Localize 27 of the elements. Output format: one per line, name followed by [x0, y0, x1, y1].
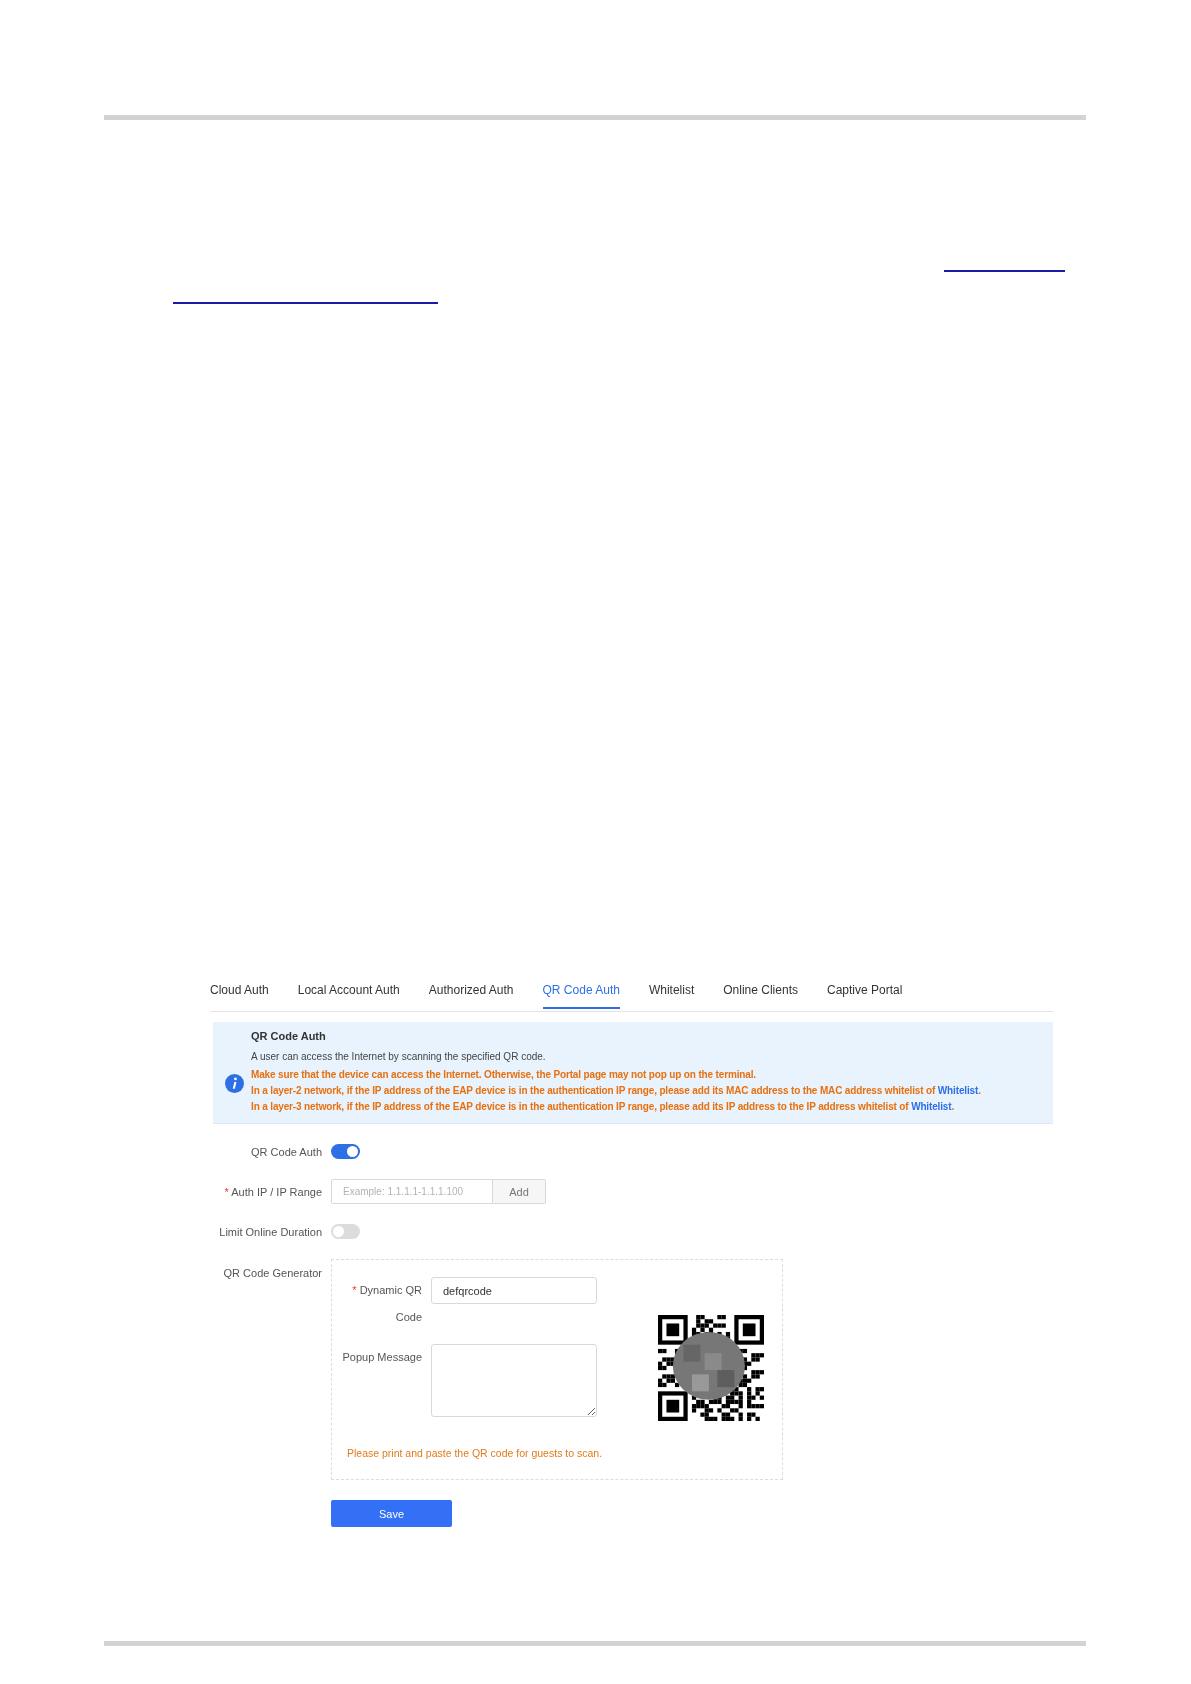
field-label: Popup Message — [341, 1350, 422, 1365]
notice-description: A user can access the Internet by scanning the specified QR code. — [251, 1051, 547, 1062]
add-button[interactable]: Add — [493, 1179, 546, 1204]
tab[interactable]: Whitelist — [648, 979, 695, 1007]
notice-title: QR Code Auth — [251, 1030, 327, 1042]
warning-text: In a layer-2 network, if the IP address of the EAP device is in the authentication IP range, please add its MAC address to the MAC address whitelist of Whitelist. — [251, 1085, 981, 1096]
hint-text: Please print and paste the QR code for guests to scan. — [347, 1447, 604, 1459]
tab[interactable]: QR Code Auth — [542, 979, 620, 1009]
field-label: QR Code Generator — [222, 1267, 322, 1279]
field-label: Limit Online Duration — [218, 1225, 322, 1238]
tab[interactable]: Online Clients — [723, 979, 798, 1007]
tab[interactable]: Cloud Auth — [210, 979, 269, 1007]
input-field[interactable]: Example: 1.1.1.1-1.1.1.100 — [331, 1179, 493, 1204]
save-button[interactable]: Save — [331, 1500, 452, 1527]
field-label: QR Code Auth — [250, 1145, 322, 1158]
message-field[interactable] — [431, 1344, 597, 1417]
tab[interactable]: Captive Portal — [826, 979, 903, 1007]
tab[interactable]: Local Account Auth — [297, 979, 400, 1007]
tab[interactable]: Authorized Auth — [428, 979, 514, 1007]
input-field[interactable]: defqrcode — [431, 1277, 597, 1304]
warning-text: In a layer-3 network, if the IP address of the EAP device is in the authentication IP range, please add its IP address to the IP address whitelist of Whitelist. — [251, 1101, 956, 1112]
info-icon — [225, 1074, 244, 1093]
field-label: * Auth IP / IP Range — [223, 1185, 322, 1198]
toggle-switch[interactable] — [331, 1144, 360, 1159]
toggle-switch[interactable] — [331, 1224, 360, 1239]
field-label: * Dynamic QR Code — [351, 1283, 422, 1325]
warning-text: Make sure that the device can access the Internet. Otherwise, the Portal page may not pop up on the terminal. — [251, 1069, 757, 1080]
